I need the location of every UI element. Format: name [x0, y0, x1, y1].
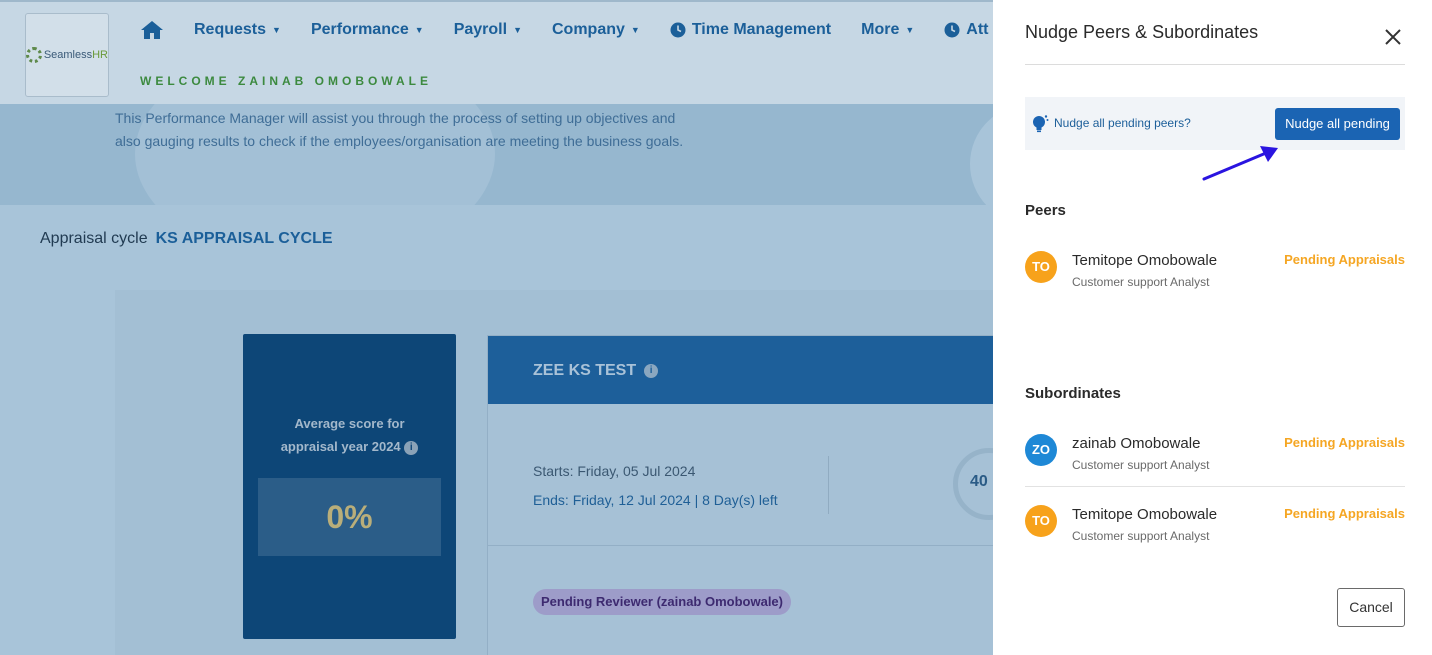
info-icon[interactable]: i	[644, 363, 659, 378]
nav-attendance[interactable]: Att	[944, 21, 988, 39]
avatar: TO	[1025, 505, 1057, 537]
divider	[828, 456, 829, 514]
caret-down-icon: ▼	[272, 25, 281, 35]
lightbulb-icon	[1033, 115, 1049, 133]
person-name: Temitope Omobowale	[1072, 252, 1218, 269]
divider	[1025, 64, 1405, 65]
divider	[1025, 486, 1405, 487]
nav-company[interactable]: Company ▼	[552, 21, 640, 39]
divider	[488, 545, 1008, 546]
clock-icon	[944, 22, 960, 38]
peer-row: TO Temitope Omobowale Customer support A…	[1025, 245, 1405, 305]
average-score-card: Average score for appraisal year 2024 i …	[243, 334, 456, 639]
company-logo[interactable]: SeamlessHR	[25, 13, 109, 97]
avatar: TO	[1025, 251, 1057, 283]
subordinate-row: ZO zainab Omobowale Customer support Ana…	[1025, 428, 1405, 488]
nav-time-management[interactable]: Time Management	[670, 21, 831, 39]
subordinate-row: TO Temitope Omobowale Customer support A…	[1025, 499, 1405, 559]
close-icon	[1385, 29, 1401, 45]
person-name: Temitope Omobowale	[1072, 506, 1218, 523]
pending-reviewer-badge: Pending Reviewer (zainab Omobowale)	[533, 589, 791, 615]
person-role: Customer support Analyst	[1072, 458, 1210, 472]
annotation-arrow-icon	[1202, 146, 1278, 181]
peers-heading: Peers	[1025, 202, 1066, 219]
appraisal-cycle-value[interactable]: KS APPRAISAL CYCLE	[156, 230, 333, 247]
average-score-label: Average score for appraisal year 2024 i	[263, 412, 436, 458]
cancel-button[interactable]: Cancel	[1337, 588, 1405, 627]
pending-appraisals-link[interactable]: Pending Appraisals	[1284, 252, 1405, 267]
hero-description: This Performance Manager will assist you…	[115, 110, 684, 149]
nav-performance[interactable]: Performance ▼	[311, 21, 424, 39]
appraisal-card-title: ZEE KS TEST	[533, 362, 637, 379]
caret-down-icon: ▼	[414, 25, 424, 35]
caret-down-icon: ▼	[513, 25, 522, 35]
drawer-title: Nudge Peers & Subordinates	[1025, 22, 1259, 42]
appraisal-cycle: Appraisal cycle KS APPRAISAL CYCLE	[40, 230, 333, 248]
appraisal-start-date: Starts: Friday, 05 Jul 2024	[533, 463, 696, 479]
nudge-question: Nudge all pending peers?	[1054, 116, 1191, 130]
nav-payroll[interactable]: Payroll ▼	[454, 21, 522, 39]
person-name: zainab Omobowale	[1072, 435, 1201, 452]
nudge-drawer: Nudge Peers & Subordinates Nudge all pen…	[993, 0, 1432, 655]
welcome-message: WELCOME ZAINAB OMOBOWALE	[140, 74, 432, 88]
nav-home[interactable]	[140, 20, 164, 40]
close-button[interactable]	[1382, 26, 1404, 48]
avatar: ZO	[1025, 434, 1057, 466]
appraisal-card: ZEE KS TEST i Starts: Friday, 05 Jul 2024…	[487, 335, 1025, 655]
home-icon	[141, 21, 163, 39]
clock-icon	[670, 22, 686, 38]
main-nav: Requests ▼ Performance ▼ Payroll ▼ Company ▼…	[140, 20, 988, 40]
logo-text: SeamlessHR	[43, 49, 108, 61]
caret-down-icon: ▼	[630, 25, 640, 35]
caret-down-icon: ▼	[905, 25, 915, 35]
appraisal-card-header: ZEE KS TEST i	[488, 336, 1006, 404]
person-role: Customer support Analyst	[1072, 275, 1210, 289]
person-role: Customer support Analyst	[1072, 529, 1210, 543]
appraisal-cycle-label: Appraisal cycle	[40, 230, 148, 247]
info-icon[interactable]: i	[404, 440, 419, 455]
appraisal-end-date: Ends: Friday, 12 Jul 2024 | 8 Day(s) lef…	[533, 492, 778, 508]
pending-appraisals-link[interactable]: Pending Appraisals	[1284, 506, 1405, 521]
pending-appraisals-link[interactable]: Pending Appraisals	[1284, 435, 1405, 450]
nudge-all-button[interactable]: Nudge all pending	[1275, 108, 1400, 140]
nav-requests[interactable]: Requests ▼	[194, 21, 281, 39]
subordinates-heading: Subordinates	[1025, 385, 1121, 402]
nav-more[interactable]: More ▼	[861, 21, 914, 39]
average-score-value: 0%	[258, 478, 441, 556]
logo-mark-icon	[26, 47, 42, 63]
